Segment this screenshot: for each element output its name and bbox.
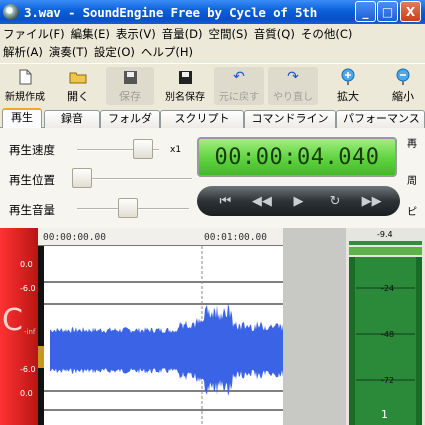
empty-track-area xyxy=(283,228,346,425)
time-ruler[interactable]: 00:00:00.00 00:01:00.00 xyxy=(38,228,283,246)
y-label-upper: -6.0 xyxy=(20,284,36,293)
save-button[interactable]: 保存 xyxy=(106,67,154,105)
menu-quality[interactable]: 音質(Q) xyxy=(251,26,298,42)
zoom-in-label: 拡大 xyxy=(337,90,359,103)
speed-slider[interactable] xyxy=(132,139,153,159)
save-as-label: 別名保存 xyxy=(165,92,205,103)
y-label-bottom: 0.0 xyxy=(20,389,33,398)
redo-icon: ↷ xyxy=(287,69,299,85)
ruler-tick-0: 00:00:00.00 xyxy=(43,232,106,243)
new-button[interactable]: 新規作成 xyxy=(2,67,48,105)
zoom-out-button[interactable]: 縮小 xyxy=(384,67,422,105)
level-meter-svg xyxy=(346,228,425,425)
menu-other[interactable]: その他(C) xyxy=(298,26,356,42)
save-as-icon xyxy=(178,67,193,87)
channel-letter: C xyxy=(2,303,23,338)
skip-start-button[interactable]: ⏮ xyxy=(211,194,239,209)
position-slider[interactable] xyxy=(72,168,92,188)
waveform-svg xyxy=(38,246,283,425)
maximize-button[interactable]: □ xyxy=(377,1,398,22)
tab-play[interactable]: 再生 xyxy=(2,108,42,129)
loop-button[interactable]: ↻ xyxy=(321,194,349,209)
speed-label: 再生速度 xyxy=(9,143,55,157)
tab-script[interactable]: スクリプト xyxy=(160,110,244,128)
tab-performance[interactable]: パフォーマンス xyxy=(336,110,425,128)
save-icon xyxy=(123,67,138,87)
ruler-tick-1: 00:01:00.00 xyxy=(204,232,267,243)
meter-channel-number: 1 xyxy=(381,408,388,421)
right-label-1: 再 xyxy=(407,139,417,150)
menu-row-2: 解析(A) 演奏(T) 設定(O) ヘルプ(H) xyxy=(0,43,196,61)
menu-settings[interactable]: 設定(O) xyxy=(91,44,138,60)
menu-volume[interactable]: 音量(D) xyxy=(159,26,206,42)
toolbar: 新規作成 開く 保存 別名保存 ↶ 元に戻す ↷ やり直し 拡大 縮小 xyxy=(0,63,425,107)
right-label-3: ピ xyxy=(407,207,417,218)
new-label: 新規作成 xyxy=(5,92,45,103)
y-label-lower: -6.0 xyxy=(20,365,36,374)
speed-multiplier: x1 xyxy=(170,145,182,155)
undo-button[interactable]: ↶ 元に戻す xyxy=(214,67,264,105)
play-button[interactable]: ▶ xyxy=(284,194,312,209)
open-button[interactable]: 開く xyxy=(58,67,98,105)
open-folder-icon xyxy=(69,67,87,87)
close-button[interactable]: X xyxy=(400,1,421,22)
undo-label: 元に戻す xyxy=(219,92,259,103)
right-label-2: 周 xyxy=(407,176,417,187)
y-label-top: 0.0 xyxy=(20,260,33,269)
new-file-icon xyxy=(19,67,32,87)
menu-row-1: ファイル(F) 編集(E) 表示(V) 音量(D) 空間(S) 音質(Q) その… xyxy=(0,25,355,43)
meter-label-48: -48 xyxy=(381,330,395,339)
tab-command-line[interactable]: コマンドライン xyxy=(244,110,336,128)
menu-file[interactable]: ファイル(F) xyxy=(0,26,68,42)
volume-label: 再生音量 xyxy=(9,203,55,217)
minimize-button[interactable]: _ xyxy=(355,1,376,22)
transport-bar: ⏮ ◀◀ ▶ ↻ ▶▶ xyxy=(197,186,400,216)
menu-space[interactable]: 空間(S) xyxy=(206,26,251,42)
redo-button[interactable]: ↷ やり直し xyxy=(268,67,318,105)
redo-label: やり直し xyxy=(273,92,313,103)
menu-edit[interactable]: 編集(E) xyxy=(68,26,113,42)
fast-forward-button[interactable]: ▶▶ xyxy=(358,194,386,209)
zoom-out-label: 縮小 xyxy=(392,90,414,103)
y-label-inf: -inf xyxy=(24,328,36,336)
title-bar: 3.wav - SoundEngine Free by Cycle of 5th… xyxy=(0,0,425,24)
meter-label-24: -24 xyxy=(381,284,395,293)
tab-record[interactable]: 録音 xyxy=(44,110,100,128)
tab-bar: 再生 録音 フォルダ スクリプト コマンドライン パフォーマンス xyxy=(0,108,425,129)
volume-slider[interactable] xyxy=(118,198,139,218)
position-label: 再生位置 xyxy=(9,173,55,187)
meter-peak-label: -9.4 xyxy=(377,230,393,239)
menu-bar: ファイル(F) 編集(E) 表示(V) 音量(D) 空間(S) 音質(Q) その… xyxy=(0,24,425,62)
rewind-button[interactable]: ◀◀ xyxy=(248,194,276,209)
window-title: 3.wav - SoundEngine Free by Cycle of 5th xyxy=(24,4,318,20)
zoom-out-icon xyxy=(395,67,411,87)
zoom-in-button[interactable]: 拡大 xyxy=(328,67,368,105)
save-as-button[interactable]: 別名保存 xyxy=(160,67,210,105)
menu-view[interactable]: 表示(V) xyxy=(113,26,159,42)
time-display: 00:00:04.040 xyxy=(197,137,397,177)
save-label: 保存 xyxy=(119,90,141,103)
menu-play[interactable]: 演奏(T) xyxy=(46,44,91,60)
tab-folder[interactable]: フォルダ xyxy=(100,110,160,128)
undo-icon: ↶ xyxy=(233,69,245,85)
menu-analysis[interactable]: 解析(A) xyxy=(0,44,46,60)
menu-help[interactable]: ヘルプ(H) xyxy=(138,44,196,60)
open-label: 開く xyxy=(67,90,89,103)
level-meter: -9.4 -24 -48 -72 1 xyxy=(346,228,425,425)
meter-label-72: -72 xyxy=(381,376,395,385)
zoom-in-icon xyxy=(340,67,356,87)
waveform-plot[interactable] xyxy=(38,246,283,425)
waveform-area: C 0.0 -6.0 -inf -6.0 0.0 00:00:00.00 00:… xyxy=(0,228,425,425)
app-icon[interactable] xyxy=(3,4,19,20)
